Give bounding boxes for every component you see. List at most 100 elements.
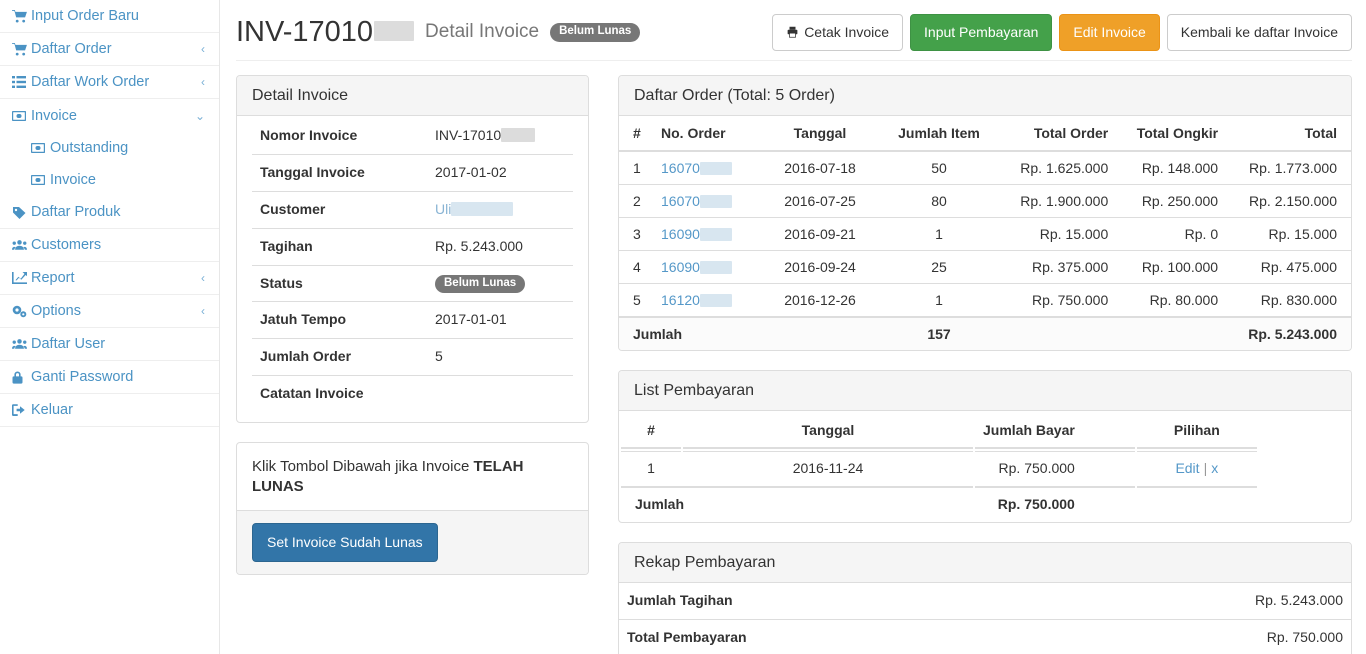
redaction-block: [699, 261, 732, 275]
payment-col-header: Pilihan: [1136, 413, 1257, 450]
payment-footer-label: Jumlah: [621, 486, 973, 520]
users-icon: [12, 338, 29, 350]
sidebar-item-report[interactable]: Report ‹: [0, 262, 219, 295]
set-invoice-paid-button[interactable]: Set Invoice Sudah Lunas: [252, 523, 438, 562]
detail-label: Catatan Invoice: [252, 375, 427, 413]
order-date: 2016-12-26: [761, 283, 879, 318]
sidebar-item-options[interactable]: Options ‹: [0, 295, 219, 328]
detail-label: Status: [252, 264, 427, 302]
sidebar-item-label: Ganti Password: [31, 369, 134, 385]
payment-edit-link[interactable]: Edit: [1175, 460, 1199, 476]
customer-link[interactable]: Uli: [435, 201, 451, 217]
payment-list-table: # Tanggal Jumlah Bayar Pilihan 1 2016-11-24 Rp…: [619, 411, 1259, 522]
sidebar-item-label: Keluar: [31, 402, 73, 418]
redaction-block: [699, 195, 732, 209]
order-total-order: Rp. 1.625.000: [999, 150, 1117, 185]
sidebar-item-invoice[interactable]: Invoice: [0, 164, 219, 196]
payment-delete-link[interactable]: x: [1211, 460, 1218, 476]
sidebar-item-daftar-order[interactable]: Daftar Order ‹: [0, 33, 219, 66]
chevron-left-icon[interactable]: ‹: [201, 43, 205, 55]
redaction-block: [699, 162, 732, 176]
sidebar-item-input-order-baru[interactable]: Input Order Baru: [0, 0, 219, 33]
payment-row-number: 1: [621, 451, 681, 484]
money-icon: [12, 110, 29, 121]
chevron-down-icon[interactable]: ⌄: [195, 110, 205, 122]
sidebar-item-daftar-produk[interactable]: Daftar Produk: [0, 196, 219, 229]
app-root: Input Order Baru Daftar Order ‹ Daftar Work…: [0, 0, 1366, 654]
redaction-block: [699, 294, 732, 308]
order-number-cell: 16070: [653, 150, 761, 185]
order-number-link[interactable]: 16090: [661, 226, 700, 242]
sign-out-icon: [12, 404, 29, 416]
input-payment-button[interactable]: Input Pembayaran: [910, 14, 1053, 51]
redaction-block: [374, 20, 415, 41]
sidebar-item-keluar[interactable]: Keluar: [0, 394, 219, 427]
sidebar-item-label: Outstanding: [50, 140, 129, 156]
chevron-left-icon[interactable]: ‹: [201, 76, 205, 88]
sidebar-item-daftar-user[interactable]: Daftar User: [0, 328, 219, 361]
detail-value-cell: [427, 375, 573, 413]
left-column: Detail Invoice Nomor Invoice INV-17010 Tan…: [236, 74, 589, 594]
order-number-link[interactable]: 16120: [661, 292, 700, 308]
redaction-block: [451, 201, 514, 216]
detail-value: 5: [435, 348, 443, 365]
order-table-header-row: # No. Order Tanggal Jumlah Item Total Order T…: [619, 116, 1351, 153]
payment-actions-cell: Edit | x: [1136, 451, 1257, 484]
detail-row: Tanggal Invoice 2017-01-02: [252, 153, 573, 192]
chevron-left-icon[interactable]: ‹: [201, 305, 205, 317]
sidebar-item-label: Invoice: [50, 172, 96, 188]
detail-label: Nomor Invoice: [260, 127, 358, 144]
order-date: 2016-07-25: [761, 184, 879, 218]
order-number-link[interactable]: 16070: [661, 193, 700, 209]
recap-label: Jumlah Tagihan: [627, 592, 733, 609]
detail-invoice-panel-title: Detail Invoice: [237, 75, 588, 117]
detail-value-cell: 2017-01-02: [427, 153, 573, 192]
sidebar-item-customers[interactable]: Customers: [0, 229, 219, 262]
order-col-header: No. Order: [653, 116, 761, 153]
sidebar-item-label: Options: [31, 303, 81, 319]
payment-list-panel: List Pembayaran # Tanggal Jumlah Bayar Pili…: [618, 370, 1352, 524]
sidebar-item-invoice[interactable]: Invoice ⌄: [0, 99, 219, 132]
content-columns: Detail Invoice Nomor Invoice INV-17010 Tan…: [236, 74, 1352, 654]
chevron-left-icon[interactable]: ‹: [201, 272, 205, 284]
back-to-invoice-list-button[interactable]: Kembali ke daftar Invoice: [1166, 14, 1352, 51]
edit-invoice-button[interactable]: Edit Invoice: [1059, 14, 1160, 51]
detail-invoice-panel-body: Nomor Invoice INV-17010 Tanggal Invoice 201…: [237, 116, 588, 422]
order-number-link[interactable]: 16070: [661, 160, 700, 176]
status-badge: Belum Lunas: [550, 23, 641, 42]
detail-label: Tagihan: [252, 227, 427, 266]
sidebar-item-label: Report: [31, 270, 75, 286]
money-icon: [31, 175, 48, 185]
payment-action-separator: |: [1203, 460, 1208, 477]
page-subtitle: Detail Invoice: [425, 21, 540, 43]
order-footer-label: Jumlah: [619, 316, 879, 351]
detail-row: Jumlah Order 5: [252, 338, 573, 376]
sidebar: Input Order Baru Daftar Order ‹ Daftar Work…: [0, 0, 220, 654]
sidebar-item-ganti-password[interactable]: Ganti Password: [0, 361, 219, 394]
order-col-header: Total: [1226, 116, 1351, 153]
redaction-block: [699, 228, 732, 242]
order-row-number: 3: [619, 217, 653, 251]
detail-value-cell: Rp. 5.243.000: [427, 227, 573, 266]
payment-table-footer-row: Jumlah Rp. 750.000: [621, 486, 1257, 520]
sidebar-item-daftar-work-order[interactable]: Daftar Work Order ‹: [0, 66, 219, 99]
detail-invoice-table: Nomor Invoice INV-17010 Tanggal Invoice 201…: [252, 118, 573, 413]
payment-table-header-row: # Tanggal Jumlah Bayar Pilihan: [621, 413, 1257, 450]
detail-value-cell: 5: [427, 338, 573, 376]
print-invoice-label: Cetak Invoice: [804, 24, 890, 40]
print-invoice-button[interactable]: Cetak Invoice: [772, 14, 904, 51]
users-icon: [12, 239, 29, 251]
order-number-link[interactable]: 16090: [661, 259, 700, 275]
order-total-ongkir: Rp. 0: [1116, 217, 1227, 251]
order-row-number: 4: [619, 250, 653, 284]
order-list-panel-title: Daftar Order (Total: 5 Order): [619, 75, 1351, 117]
order-col-header: Tanggal: [761, 116, 879, 153]
order-item-count: 50: [879, 150, 999, 185]
sidebar-item-label: Daftar User: [31, 336, 106, 352]
sidebar-item-outstanding[interactable]: Outstanding: [0, 132, 219, 164]
order-col-header: Jumlah Item: [879, 116, 999, 153]
detail-value: Rp. 5.243.000: [435, 237, 523, 254]
order-total: Rp. 830.000: [1226, 283, 1351, 318]
detail-value-cell: Belum Lunas: [427, 264, 573, 302]
order-list-panel: Daftar Order (Total: 5 Order) # No. Order…: [618, 74, 1352, 352]
